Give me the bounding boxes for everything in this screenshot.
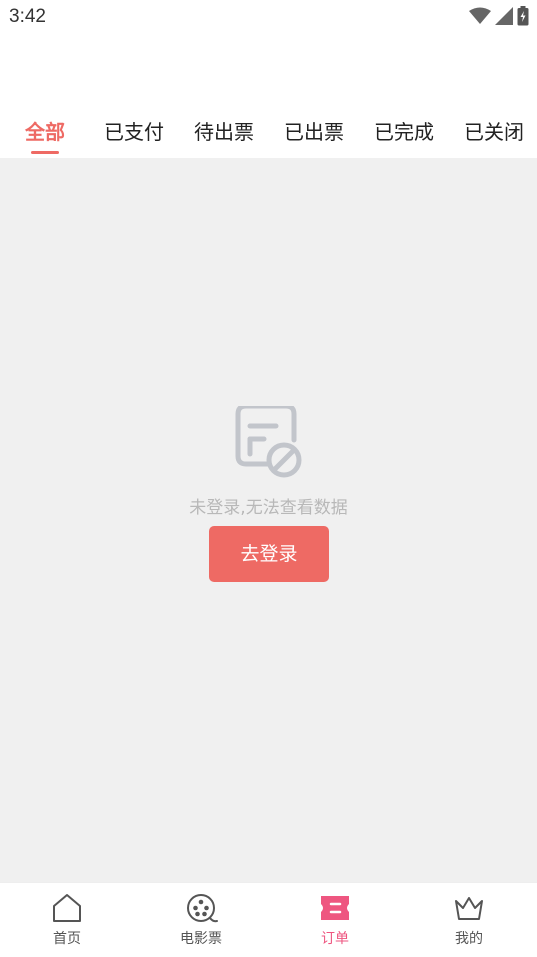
nav-home[interactable]: 首页	[17, 891, 117, 953]
bottom-navigation: 首页 电影票 订单 我的	[0, 882, 537, 957]
nav-movie-tickets-label: 电影票	[180, 931, 222, 947]
nav-movie-tickets[interactable]: 电影票	[151, 891, 251, 953]
status-icons	[469, 6, 529, 26]
nav-profile[interactable]: 我的	[419, 891, 519, 953]
status-bar: 3:42	[0, 0, 537, 36]
order-status-tabs: 全部 已支付 待出票 已出票 已完成 已关闭	[0, 104, 537, 158]
order-list-area: 未登录,无法查看数据 去登录	[0, 158, 537, 882]
nav-home-label: 首页	[53, 931, 81, 947]
film-reel-icon	[187, 894, 218, 923]
battery-icon	[517, 6, 529, 26]
tab-closed[interactable]: 已关闭	[464, 116, 524, 145]
document-blocked-icon	[235, 406, 302, 478]
nav-orders-label: 订单	[321, 931, 349, 947]
status-time: 3:42	[9, 6, 46, 27]
home-icon	[53, 894, 81, 922]
nav-orders[interactable]: 订单	[285, 891, 385, 953]
nav-profile-label: 我的	[455, 931, 483, 947]
ticket-icon	[321, 896, 349, 920]
active-tab-indicator	[31, 151, 59, 154]
tab-all[interactable]: 全部	[25, 116, 65, 145]
empty-state-message: 未登录,无法查看数据	[189, 498, 348, 518]
cell-signal-icon	[495, 7, 513, 25]
wifi-icon	[469, 7, 491, 24]
tab-ticketed[interactable]: 已出票	[284, 116, 344, 145]
tab-paid[interactable]: 已支付	[104, 116, 164, 145]
tab-completed[interactable]: 已完成	[374, 116, 434, 145]
tab-pending-ticket[interactable]: 待出票	[194, 116, 254, 145]
login-button[interactable]: 去登录	[209, 526, 329, 582]
crown-icon	[455, 897, 483, 920]
